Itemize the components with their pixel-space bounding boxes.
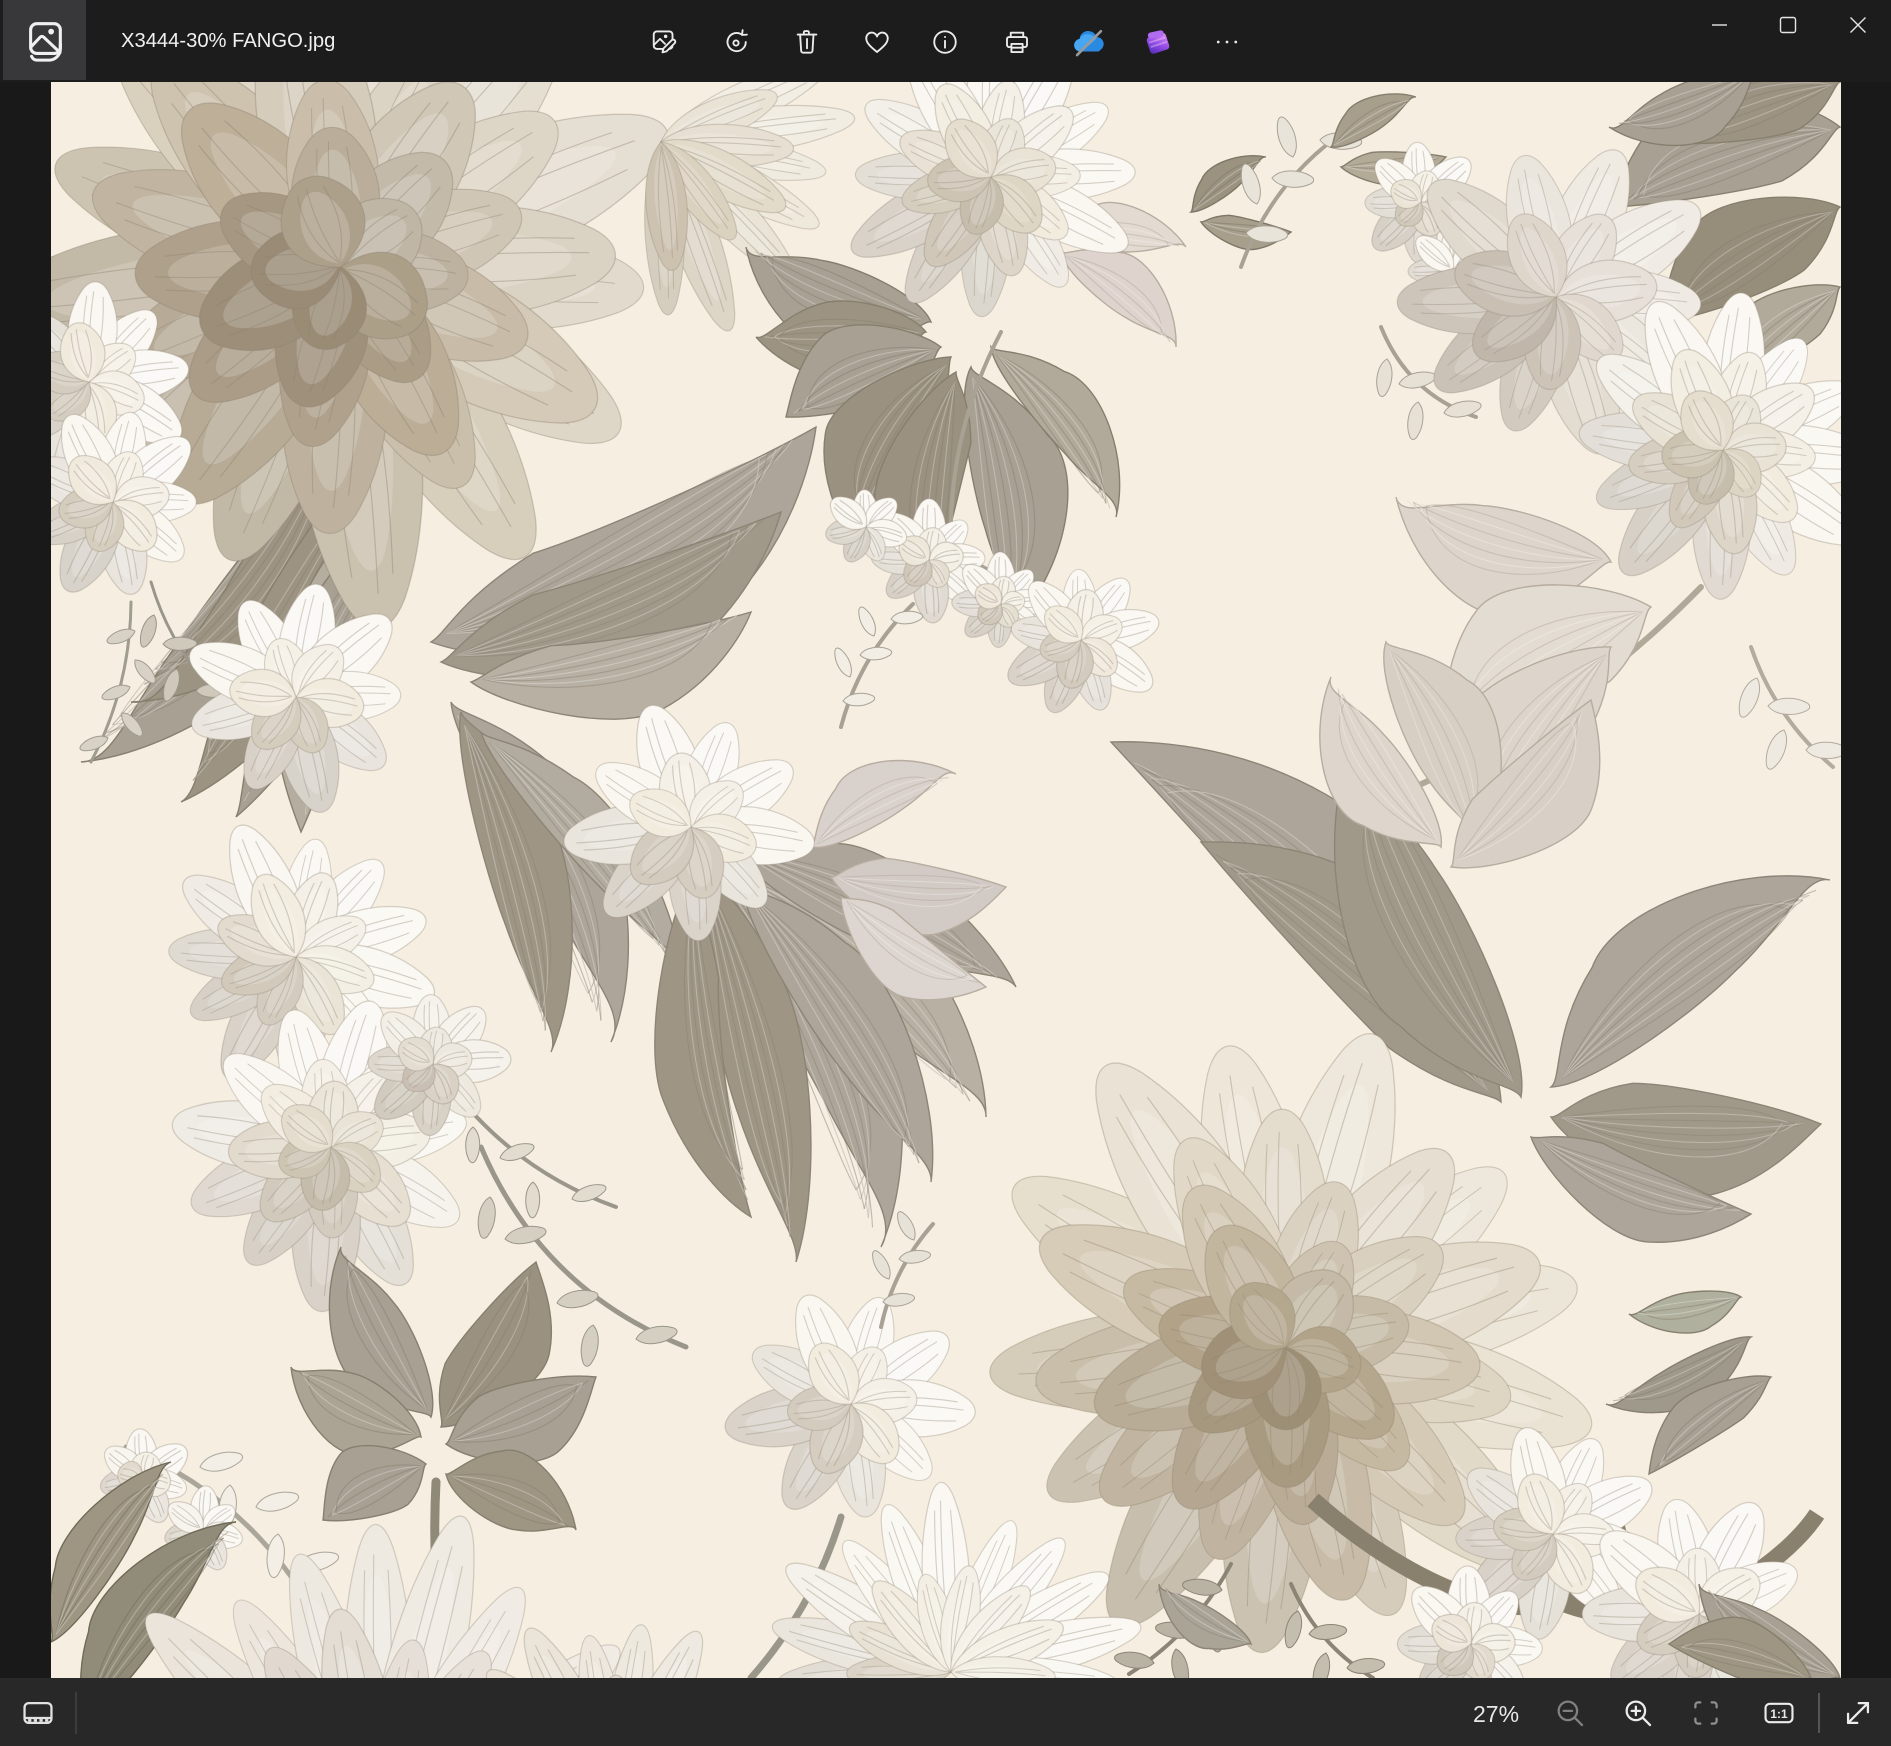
svg-text:1:1: 1:1 bbox=[1770, 1707, 1788, 1721]
